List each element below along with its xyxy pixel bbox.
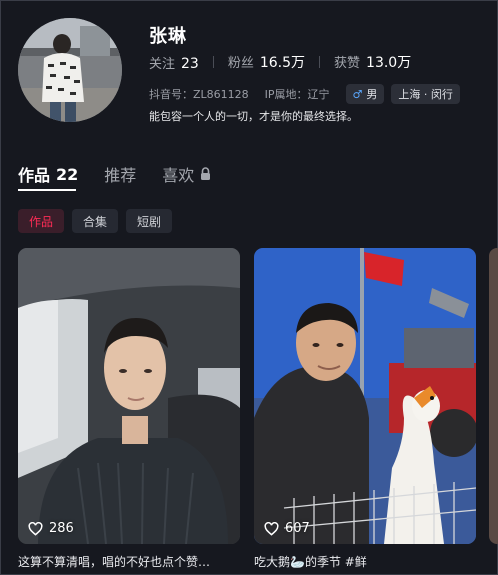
- tab-label: 作品: [18, 166, 51, 185]
- region-badge: 上海 · 闵行: [391, 84, 460, 104]
- video-card[interactable]: 607: [254, 248, 476, 544]
- gender-label: 男: [366, 88, 378, 101]
- profile-name: 张琳: [149, 26, 187, 47]
- subtab-short-drama[interactable]: 短剧: [126, 209, 173, 233]
- stat-value: 23: [181, 55, 199, 72]
- subtab-works[interactable]: 作品: [18, 209, 65, 233]
- video-thumbnail: [254, 248, 476, 544]
- ip-location: IP属地：辽宁: [264, 88, 330, 101]
- gender-badge: ♂ 男: [345, 84, 385, 104]
- tab-recommend[interactable]: 推荐: [104, 162, 136, 186]
- like-count: 607: [264, 521, 310, 536]
- stat-label: 获赞: [334, 56, 361, 71]
- divider: [212, 56, 214, 68]
- tab-likes[interactable]: 喜欢: [162, 162, 211, 186]
- like-count: 286: [28, 521, 74, 536]
- stat-value: 16.5万: [259, 55, 306, 71]
- douyin-id: 抖音号：ZL861128: [149, 88, 249, 101]
- profile-bio: 能包容一个人的一切，才是你的最终选择。: [149, 110, 358, 123]
- video-card-partial[interactable]: [489, 248, 498, 544]
- like-count-value: 607: [285, 521, 310, 536]
- sub-tabs: 作品 合集 短剧: [18, 209, 180, 233]
- tab-label: 喜欢: [162, 166, 195, 185]
- active-tab-indicator: [18, 189, 76, 191]
- tab-label: 推荐: [104, 166, 137, 185]
- profile-meta: 抖音号：ZL861128 IP属地：辽宁 ♂ 男 上海 · 闵行: [149, 84, 467, 104]
- video-caption[interactable]: 吃大鹅🦢的季节 #鲜: [254, 553, 490, 570]
- stat-followers[interactable]: 粉丝 16.5万: [228, 52, 305, 72]
- male-icon: ♂: [352, 87, 363, 101]
- video-card[interactable]: 286: [18, 248, 240, 544]
- avatar-photo: [18, 18, 122, 122]
- heart-icon: [28, 521, 43, 536]
- video-thumbnail: [18, 248, 240, 544]
- content-tabs: 作品 22 推荐 喜欢: [18, 160, 237, 186]
- profile-stats: 关注 23 粉丝 16.5万 获赞 13.0万: [149, 52, 411, 72]
- stat-label: 关注: [149, 56, 176, 72]
- tab-works[interactable]: 作品 22: [18, 162, 78, 186]
- stat-value: 13.0万: [366, 55, 412, 71]
- lock-icon: [200, 165, 211, 184]
- video-caption[interactable]: 这算不算清唱，唱的不好也点个赞…: [18, 553, 240, 570]
- stat-likes: 获赞 13.0万: [334, 52, 411, 72]
- divider: [319, 56, 321, 68]
- heart-icon: [264, 521, 279, 536]
- subtab-collections[interactable]: 合集: [72, 209, 119, 233]
- stat-label: 粉丝: [227, 56, 254, 71]
- like-count-value: 286: [49, 521, 74, 536]
- tab-count: 22: [56, 164, 79, 184]
- avatar[interactable]: [18, 18, 122, 122]
- stat-following[interactable]: 关注 23: [149, 53, 199, 72]
